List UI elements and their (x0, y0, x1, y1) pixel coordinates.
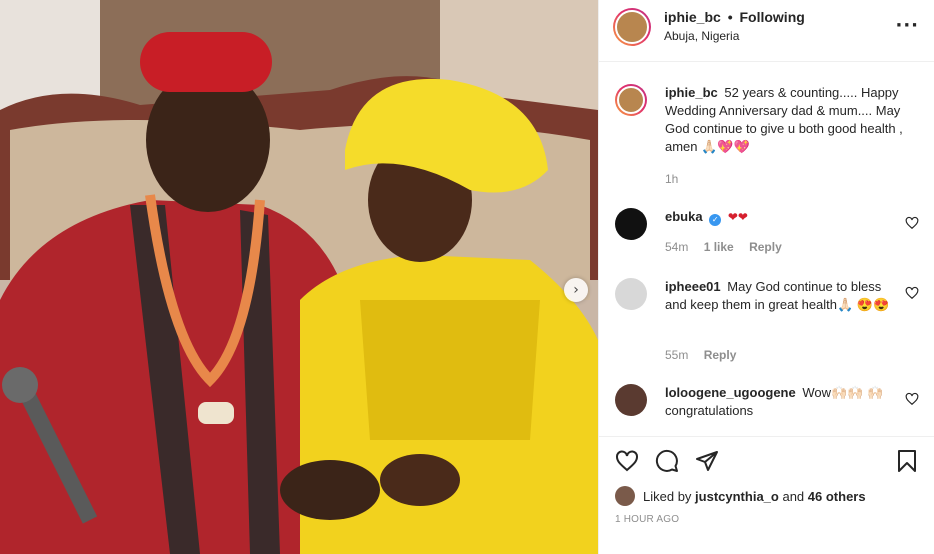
comment-username[interactable]: loloogene_ugoogene (665, 385, 796, 400)
heart-icon[interactable] (615, 449, 639, 473)
comment-icon[interactable] (655, 449, 679, 473)
caption-body: iphie_bc 52 years & counting..... Happy … (665, 84, 919, 156)
more-options-button[interactable]: ··· (895, 15, 919, 36)
reply-button[interactable]: Reply (749, 240, 782, 254)
post-photo[interactable]: › (0, 0, 598, 554)
commenter-avatar[interactable] (615, 208, 647, 240)
chevron-right-icon: › (573, 282, 579, 298)
comment-body: loloogene_ugoogene Wow🙌🏻🙌🏻 🙌🏻congratulat… (665, 384, 895, 420)
liked-by-prefix: Liked by (643, 488, 692, 504)
liked-by-row: Liked by justcynthia_o and 46 others (615, 486, 866, 506)
liked-by-and: and (782, 488, 805, 504)
share-icon[interactable] (695, 449, 719, 473)
reply-button[interactable]: Reply (704, 348, 737, 362)
caption-meta: 1h (665, 172, 690, 186)
next-photo-button[interactable]: › (564, 278, 588, 302)
author-avatar[interactable] (613, 8, 651, 46)
comment-likes[interactable]: 1 like (704, 240, 734, 254)
comment-time[interactable]: 54m (665, 240, 688, 254)
comment-like-heart-icon[interactable] (905, 286, 919, 300)
post-side-panel: iphie_bc • Following Abuja, Nigeria ··· … (598, 0, 934, 554)
likes-others-count[interactable]: 46 others (808, 489, 866, 504)
comment-body: ebuka ✓ ❤❤ (665, 208, 895, 226)
comment-like-heart-icon[interactable] (905, 216, 919, 230)
post-header: iphie_bc • Following Abuja, Nigeria ··· (599, 0, 934, 62)
anniversary-couple-photo (0, 0, 598, 554)
post-location[interactable]: Abuja, Nigeria (664, 29, 739, 43)
comments-list[interactable]: iphie_bc 52 years & counting..... Happy … (599, 62, 934, 436)
comment-text: ❤❤ (727, 210, 748, 224)
post-actions: Liked by justcynthia_o and 46 others 1 h… (599, 436, 934, 554)
comment-meta: 55m Reply (665, 348, 748, 362)
verified-badge-icon: ✓ (709, 214, 722, 226)
commenter-avatar[interactable] (615, 384, 647, 416)
instagram-post: › iphie_bc • Following Abuja, Nigeria ··… (0, 0, 934, 554)
author-username[interactable]: iphie_bc (664, 9, 721, 25)
comment-username[interactable]: ebuka (665, 209, 703, 224)
separator-dot: • (727, 9, 733, 25)
caption-username[interactable]: iphie_bc (665, 85, 718, 100)
author-row: iphie_bc • Following (664, 9, 805, 25)
liker-username[interactable]: justcynthia_o (695, 489, 779, 504)
more-horizontal-icon: ··· (895, 15, 919, 36)
comment-username[interactable]: ipheee01 (665, 279, 721, 294)
bookmark-icon[interactable] (895, 449, 919, 473)
comment-like-heart-icon[interactable] (905, 392, 919, 406)
comment-body: ipheee01 May God continue to bless and k… (665, 278, 895, 314)
following-button[interactable]: Following (739, 9, 804, 25)
commenter-avatar[interactable] (615, 278, 647, 310)
caption-avatar[interactable] (615, 84, 647, 116)
caption-time[interactable]: 1h (665, 172, 678, 186)
comment-time[interactable]: 55m (665, 348, 688, 362)
liker-avatar[interactable] (615, 486, 635, 506)
comment-meta: 54m 1 like Reply (665, 240, 794, 254)
post-timestamp[interactable]: 1 hour ago (615, 514, 679, 525)
